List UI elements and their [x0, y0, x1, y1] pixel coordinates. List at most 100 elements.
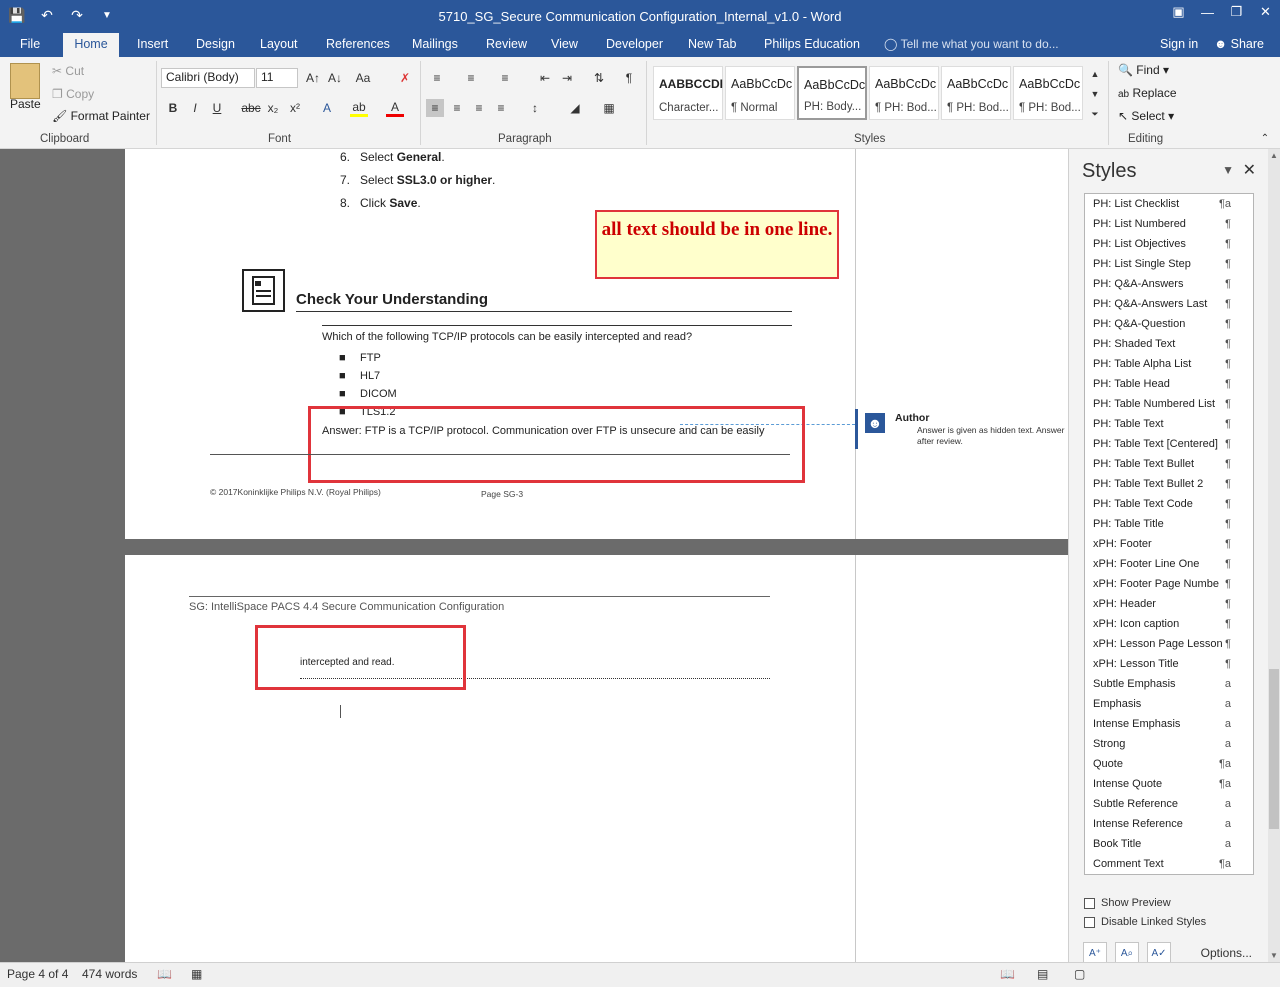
numbering-icon[interactable]: ≡ [462, 69, 480, 87]
page-count[interactable]: Page 4 of 4 [7, 967, 68, 981]
font-color-icon[interactable]: A [386, 99, 404, 117]
style-list-item[interactable]: Intense Quote ¶a [1085, 774, 1253, 794]
proofing-icon[interactable]: 📖 [157, 967, 172, 981]
style-list-item[interactable]: Subtle Emphasis a [1085, 674, 1253, 694]
style-list-item[interactable]: Emphasis a [1085, 694, 1253, 714]
line-spacing-icon[interactable]: ↕ [526, 99, 544, 117]
highlight-icon[interactable]: ab [350, 99, 368, 117]
gallery-more-icon[interactable]: ⏷ [1086, 105, 1104, 123]
style-list-item[interactable]: xPH: Footer Page Numbe ¶ [1085, 574, 1253, 594]
style-list-item[interactable]: PH: Q&A-Answers ¶ [1085, 274, 1253, 294]
manage-styles-icon[interactable]: A✓ [1147, 942, 1171, 964]
print-layout-icon[interactable]: ▤ [1037, 967, 1048, 981]
bold-icon[interactable]: B [164, 99, 182, 117]
style-list-item[interactable]: xPH: Lesson Title ¶ [1085, 654, 1253, 674]
align-center-icon[interactable]: ≡ [448, 99, 466, 117]
bullets-icon[interactable]: ≡ [428, 69, 446, 87]
collapse-ribbon-icon[interactable]: ⌃ [1256, 129, 1274, 147]
style-gallery-item[interactable]: AaBbCcDc ¶ PH: Bod... [1013, 66, 1083, 120]
style-list-item[interactable]: xPH: Footer Line One ¶ [1085, 554, 1253, 574]
tab-developer[interactable]: Developer [598, 33, 671, 57]
show-preview-checkbox[interactable]: Show Preview [1084, 897, 1171, 909]
style-list-item[interactable]: PH: Table Title ¶ [1085, 514, 1253, 534]
document-page[interactable]: 6. Select General. 7. Select SSL3.0 or h… [125, 149, 1068, 539]
minimize-icon[interactable]: — [1193, 0, 1222, 24]
select-button[interactable]: ↖ Select ▾ [1118, 109, 1174, 123]
align-left-icon[interactable]: ≡ [426, 99, 444, 117]
sign-in-link[interactable]: Sign in [1160, 37, 1198, 51]
paste-button[interactable]: Paste [10, 97, 41, 111]
scrollbar-thumb[interactable] [1269, 669, 1279, 829]
multilevel-list-icon[interactable]: ≡ [496, 69, 514, 87]
text-effects-icon[interactable]: A [318, 99, 336, 117]
scroll-up-icon[interactable]: ▲ [1270, 151, 1278, 160]
cut-button[interactable]: ✂ Cut [52, 64, 84, 78]
close-window-icon[interactable]: ✕ [1251, 0, 1280, 24]
show-formatting-icon[interactable]: ¶ [620, 69, 638, 87]
tell-me-search[interactable]: ◯ Tell me what you want to do... [884, 37, 1059, 51]
styles-list[interactable]: PH: List Checklist ¶a PH: List Numbered ¶ PH… [1084, 193, 1254, 875]
macro-recording-icon[interactable]: ▦ [191, 967, 202, 981]
style-list-item[interactable]: PH: Table Text ¶ [1085, 414, 1253, 434]
document-page[interactable]: SG: IntelliSpace PACS 4.4 Secure Communi… [125, 555, 1068, 962]
web-layout-icon[interactable]: ▢ [1074, 967, 1085, 981]
format-painter-button[interactable]: 🖌 Format Painter [52, 109, 150, 123]
align-right-icon[interactable]: ≡ [470, 99, 488, 117]
tab-file[interactable]: File [12, 33, 48, 57]
style-list-item[interactable]: Strong a [1085, 734, 1253, 754]
style-list-item[interactable]: PH: Table Text Bullet ¶ [1085, 454, 1253, 474]
shrink-font-icon[interactable]: A↓ [326, 69, 344, 87]
font-size-combo[interactable]: 11 [256, 68, 298, 88]
justify-icon[interactable]: ≡ [492, 99, 510, 117]
scroll-down-icon[interactable]: ▼ [1270, 951, 1278, 960]
style-list-item[interactable]: PH: Table Head ¶ [1085, 374, 1253, 394]
style-list-item[interactable]: xPH: Lesson Page Lesson ¶ [1085, 634, 1253, 654]
comment-author[interactable]: Author [895, 412, 929, 424]
comment-text[interactable]: after review. [917, 436, 963, 446]
tab-insert[interactable]: Insert [129, 33, 176, 57]
increase-indent-icon[interactable]: ⇥ [558, 69, 576, 87]
restore-icon[interactable]: ❐ [1222, 0, 1251, 24]
tab-design[interactable]: Design [188, 33, 243, 57]
find-button[interactable]: 🔍 Find ▾ [1118, 63, 1169, 77]
tab-review[interactable]: Review [478, 33, 535, 57]
options-link[interactable]: Options... [1201, 946, 1252, 960]
font-name-combo[interactable]: Calibri (Body) [161, 68, 255, 88]
style-list-item[interactable]: PH: Shaded Text ¶ [1085, 334, 1253, 354]
share-button[interactable]: ☻ Share [1214, 37, 1264, 51]
underline-icon[interactable]: U [208, 99, 226, 117]
clear-formatting-icon[interactable]: ✗ [396, 69, 414, 87]
tab-references[interactable]: References [318, 33, 398, 57]
new-style-icon[interactable]: A⁺ [1083, 942, 1107, 964]
style-list-item[interactable]: Intense Emphasis a [1085, 714, 1253, 734]
decrease-indent-icon[interactable]: ⇤ [536, 69, 554, 87]
gallery-scroll-down-icon[interactable]: ▼ [1086, 85, 1104, 103]
tab-philips-education[interactable]: Philips Education [756, 33, 868, 57]
tab-layout[interactable]: Layout [252, 33, 306, 57]
pane-options-icon[interactable]: ▼ [1222, 163, 1234, 177]
style-list-item[interactable]: PH: Q&A-Answers Last ¶ [1085, 294, 1253, 314]
style-list-item[interactable]: Book Title a [1085, 834, 1253, 854]
shading-icon[interactable]: ◢ [566, 99, 584, 117]
borders-icon[interactable]: ▦ [600, 99, 618, 117]
vertical-scrollbar[interactable]: ▲ ▼ [1268, 149, 1280, 962]
superscript-icon[interactable]: x² [286, 99, 304, 117]
style-list-item[interactable]: PH: Table Text Bullet 2 ¶ [1085, 474, 1253, 494]
style-gallery-item[interactable]: AABBCCDI Character... [653, 66, 723, 120]
strikethrough-icon[interactable]: abc [241, 99, 260, 117]
disable-linked-styles-checkbox[interactable]: Disable Linked Styles [1084, 916, 1206, 928]
style-list-item[interactable]: Subtle Reference a [1085, 794, 1253, 814]
word-count[interactable]: 474 words [82, 967, 137, 981]
style-gallery-item[interactable]: AaBbCcDc ¶ PH: Bod... [869, 66, 939, 120]
style-list-item[interactable]: PH: Q&A-Question ¶ [1085, 314, 1253, 334]
comment-text[interactable]: Answer is given as hidden text. Answer [917, 425, 1064, 435]
sort-icon[interactable]: ⇅ [590, 69, 608, 87]
paste-icon[interactable] [10, 63, 40, 99]
style-list-item[interactable]: Intense Reference a [1085, 814, 1253, 834]
style-list-item[interactable]: xPH: Header ¶ [1085, 594, 1253, 614]
style-list-item[interactable]: xPH: Icon caption ¶ [1085, 614, 1253, 634]
ribbon-display-options-icon[interactable]: ▣ [1164, 0, 1193, 24]
style-list-item[interactable]: Comment Text ¶a [1085, 854, 1253, 874]
style-inspector-icon[interactable]: A⌕ [1115, 942, 1139, 964]
style-list-item[interactable]: PH: List Checklist ¶a [1085, 194, 1253, 214]
